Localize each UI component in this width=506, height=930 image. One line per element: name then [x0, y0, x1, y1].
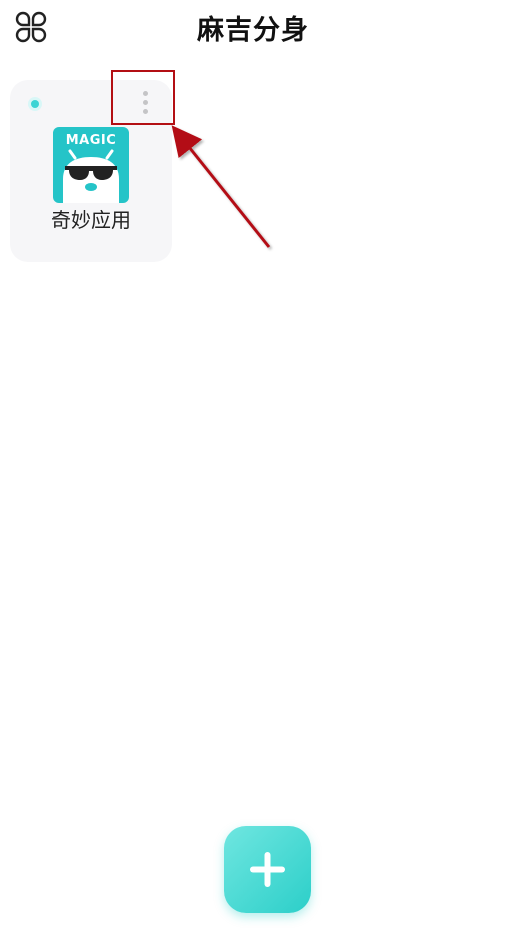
screen: 麻吉分身 MAGIC 奇妙应用	[0, 0, 506, 930]
annotation-arrow	[171, 125, 271, 248]
add-app-button[interactable]	[224, 826, 311, 913]
plus-icon	[250, 852, 285, 887]
